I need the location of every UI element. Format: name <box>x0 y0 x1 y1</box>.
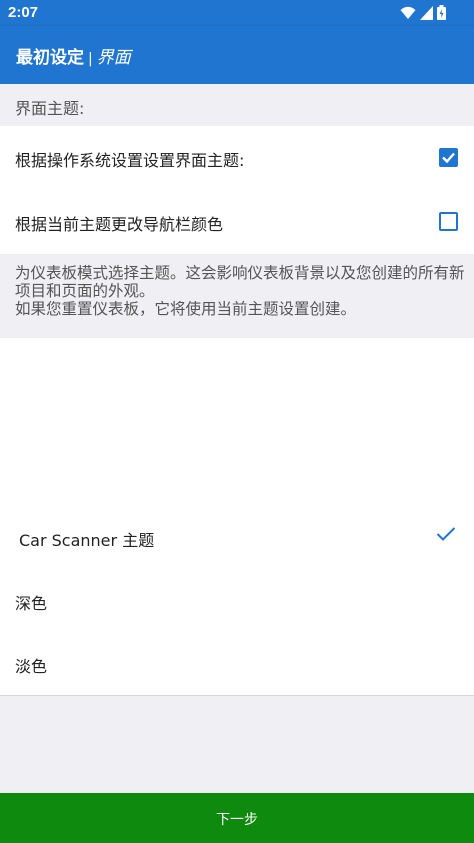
theme-option-label: 淡色 <box>15 657 48 676</box>
theme-description-line-1: 为仪表板模式选择主题。这会影响仪表板背景以及您创建的所有新项目和页面的外观。 <box>15 264 465 300</box>
wifi-icon <box>400 6 416 19</box>
checkmark-icon <box>442 152 455 164</box>
theme-option-dark[interactable]: 深色 <box>0 569 474 633</box>
section-header: 界面主题: <box>0 84 474 127</box>
theme-option-car-scanner[interactable]: Car Scanner 主题 <box>0 506 474 570</box>
next-button-label: 下一步 <box>216 812 258 828</box>
signal-icon <box>420 5 433 20</box>
theme-preview-area <box>0 338 474 506</box>
setting-follow-os-theme[interactable]: 根据操作系统设置设置界面主题: <box>0 126 474 191</box>
selected-check-icon <box>436 527 456 541</box>
app-bar-title: 最初设定 | 界面 <box>16 43 131 68</box>
follow-os-theme-checkbox[interactable] <box>439 148 458 167</box>
page-title: 最初设定 <box>16 48 84 68</box>
setting-follow-os-theme-label: 根据操作系统设置设置界面主题: <box>15 151 245 170</box>
theme-description-line-2: 如果您重置仪表板，它将使用当前主题设置创建。 <box>15 300 357 318</box>
section-header-label: 界面主题: <box>15 99 85 118</box>
next-button[interactable]: 下一步 <box>0 793 474 843</box>
status-time: 2:07 <box>8 4 39 21</box>
theme-option-label: Car Scanner 主题 <box>19 531 155 550</box>
theme-option-label: 深色 <box>15 594 48 613</box>
setting-nav-bar-color[interactable]: 根据当前主题更改导航栏颜色 <box>0 190 474 255</box>
battery-icon <box>437 5 446 20</box>
nav-bar-color-checkbox[interactable] <box>439 212 458 231</box>
app-bar: 最初设定 | 界面 <box>0 26 474 84</box>
page-subtitle: 界面 <box>96 48 131 68</box>
theme-description: 为仪表板模式选择主题。这会影响仪表板背景以及您创建的所有新项目和页面的外观。 如… <box>0 254 474 338</box>
status-icons <box>400 5 446 20</box>
setting-nav-bar-color-label: 根据当前主题更改导航栏颜色 <box>15 215 224 234</box>
theme-option-light[interactable]: 淡色 <box>0 632 474 696</box>
title-separator: | <box>88 51 93 67</box>
status-bar: 2:07 <box>0 0 474 26</box>
